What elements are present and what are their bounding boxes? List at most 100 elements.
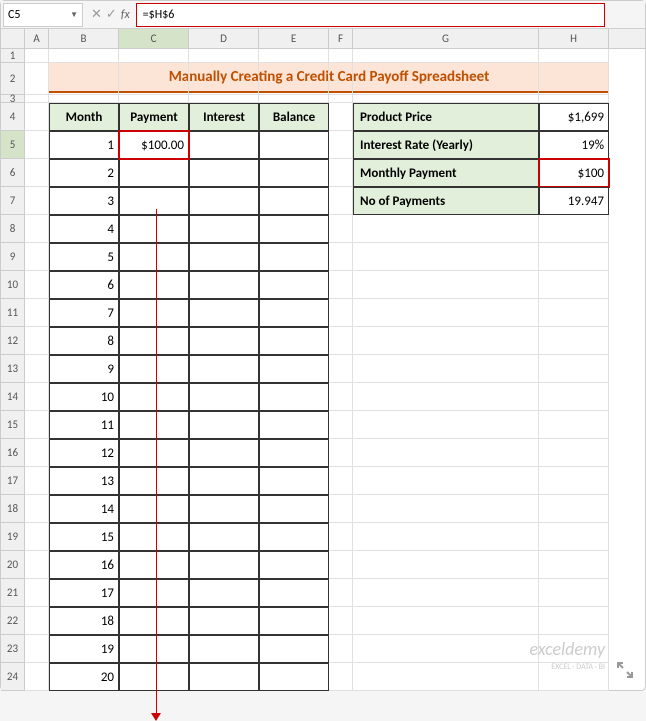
cell[interactable] — [119, 327, 189, 355]
cell[interactable] — [539, 523, 609, 551]
cell[interactable] — [259, 271, 329, 299]
cell[interactable] — [539, 63, 609, 95]
cell[interactable] — [539, 271, 609, 299]
month-cell[interactable]: 6 — [49, 271, 119, 299]
cell[interactable] — [119, 439, 189, 467]
cell[interactable] — [539, 95, 609, 103]
cell[interactable] — [259, 131, 329, 159]
cell[interactable] — [329, 327, 353, 355]
cell[interactable] — [353, 523, 539, 551]
cell[interactable] — [539, 411, 609, 439]
row-header[interactable]: 6 — [1, 159, 25, 187]
cell[interactable] — [119, 467, 189, 495]
cell[interactable] — [119, 49, 189, 63]
month-cell[interactable]: 1 — [49, 131, 119, 159]
cell[interactable] — [259, 355, 329, 383]
row-header[interactable]: 21 — [1, 579, 25, 607]
cell[interactable] — [25, 95, 49, 103]
cell[interactable] — [25, 63, 49, 95]
cell[interactable] — [259, 187, 329, 215]
month-cell[interactable]: 2 — [49, 159, 119, 187]
cell[interactable] — [25, 187, 49, 215]
cell[interactable] — [119, 271, 189, 299]
cell[interactable] — [25, 495, 49, 523]
row-header[interactable]: 3 — [1, 95, 25, 103]
cell[interactable] — [353, 327, 539, 355]
cell[interactable] — [259, 663, 329, 691]
cell[interactable] — [119, 299, 189, 327]
cell[interactable] — [539, 439, 609, 467]
cell[interactable] — [329, 187, 353, 215]
cell[interactable] — [119, 215, 189, 243]
month-cell[interactable]: 12 — [49, 439, 119, 467]
side-label[interactable]: No of Payments — [353, 187, 539, 215]
cell[interactable] — [49, 63, 119, 95]
cell[interactable] — [189, 579, 259, 607]
cell[interactable] — [353, 607, 539, 635]
col-header-h[interactable]: H — [539, 29, 609, 48]
cell[interactable] — [353, 635, 539, 663]
cell[interactable] — [25, 383, 49, 411]
table-header[interactable]: Month — [49, 103, 119, 131]
cell[interactable] — [329, 131, 353, 159]
col-header-a[interactable]: A — [25, 29, 49, 48]
cell[interactable] — [189, 635, 259, 663]
cell[interactable] — [259, 299, 329, 327]
cell[interactable] — [259, 607, 329, 635]
cell[interactable] — [119, 663, 189, 691]
row-header[interactable]: 4 — [1, 103, 25, 131]
cell[interactable] — [329, 383, 353, 411]
col-header-d[interactable]: D — [189, 29, 259, 48]
side-value[interactable]: 19% — [539, 131, 609, 159]
cell[interactable] — [119, 383, 189, 411]
cell[interactable] — [25, 607, 49, 635]
cell[interactable] — [25, 635, 49, 663]
cell[interactable] — [25, 579, 49, 607]
cell[interactable] — [259, 63, 329, 95]
cell[interactable] — [25, 271, 49, 299]
row-header[interactable]: 11 — [1, 299, 25, 327]
month-cell[interactable]: 19 — [49, 635, 119, 663]
month-cell[interactable]: 8 — [49, 327, 119, 355]
cell[interactable] — [259, 467, 329, 495]
cell[interactable] — [353, 49, 539, 63]
cell[interactable] — [329, 523, 353, 551]
cell[interactable] — [25, 523, 49, 551]
cell[interactable] — [353, 243, 539, 271]
cell[interactable] — [25, 439, 49, 467]
cell[interactable] — [539, 49, 609, 63]
expand-icon[interactable] — [615, 660, 635, 680]
cell[interactable] — [329, 355, 353, 383]
cell[interactable] — [329, 159, 353, 187]
cell[interactable] — [189, 243, 259, 271]
cell[interactable] — [259, 411, 329, 439]
row-header[interactable]: 23 — [1, 635, 25, 663]
cell[interactable] — [189, 439, 259, 467]
cell[interactable] — [25, 131, 49, 159]
cell[interactable] — [25, 49, 49, 63]
row-header[interactable]: 24 — [1, 663, 25, 691]
cell[interactable] — [119, 243, 189, 271]
cell[interactable] — [353, 215, 539, 243]
month-cell[interactable]: 5 — [49, 243, 119, 271]
cell[interactable] — [189, 49, 259, 63]
cell[interactable] — [259, 49, 329, 63]
row-header[interactable]: 8 — [1, 215, 25, 243]
month-cell[interactable]: 10 — [49, 383, 119, 411]
row-header[interactable]: 9 — [1, 243, 25, 271]
col-header-b[interactable]: B — [49, 29, 119, 48]
fx-icon[interactable]: fx — [121, 8, 130, 22]
cell[interactable] — [353, 63, 539, 95]
accept-icon[interactable]: ✓ — [106, 7, 117, 22]
month-cell[interactable]: 9 — [49, 355, 119, 383]
cell[interactable] — [259, 635, 329, 663]
cell[interactable] — [329, 63, 353, 95]
cell[interactable] — [539, 551, 609, 579]
row-header[interactable]: 5 — [1, 131, 25, 159]
row-header[interactable]: 20 — [1, 551, 25, 579]
month-cell[interactable]: 14 — [49, 495, 119, 523]
side-label[interactable]: Interest Rate (Yearly) — [353, 131, 539, 159]
cell[interactable] — [539, 355, 609, 383]
month-cell[interactable]: 16 — [49, 551, 119, 579]
cell[interactable] — [539, 327, 609, 355]
